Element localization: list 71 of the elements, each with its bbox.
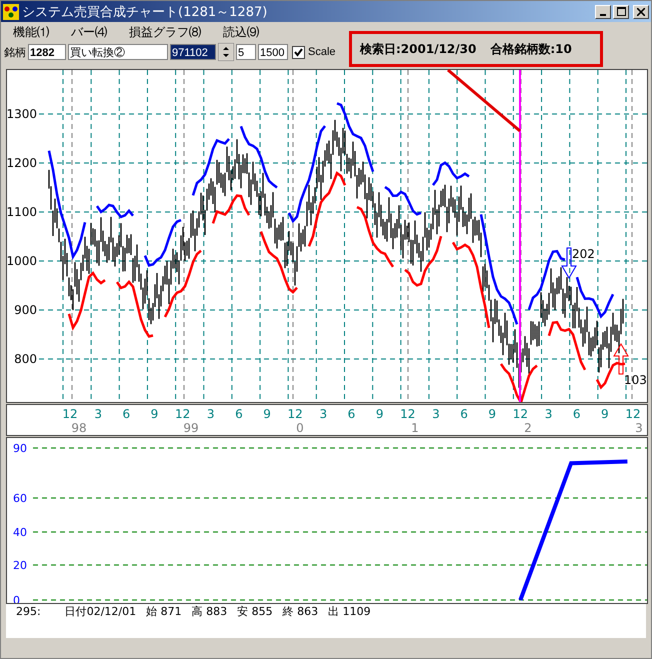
maximize-icon — [616, 7, 626, 16]
month-label: 12 — [400, 407, 416, 421]
period-field[interactable]: 5 — [236, 44, 256, 60]
status-text: 出 1109 — [328, 604, 371, 620]
year-label: 0 — [296, 421, 304, 435]
menu-item[interactable]: バー⑷ — [71, 24, 107, 40]
scale-checkbox[interactable] — [292, 46, 305, 58]
month-label: 6 — [122, 407, 130, 421]
month-label: 3 — [544, 407, 552, 421]
maximize-button[interactable] — [613, 4, 629, 18]
month-label: 3 — [94, 407, 102, 421]
menu-item[interactable]: 損益グラフ⑻ — [129, 24, 201, 40]
year-label: 2 — [524, 421, 532, 435]
spinner-control[interactable] — [218, 43, 234, 61]
month-label: 12 — [62, 407, 78, 421]
strategy-field[interactable]: 買い転換② — [68, 44, 168, 60]
month-label: 12 — [288, 407, 303, 421]
profit-axis-label: 40 — [13, 526, 27, 539]
date-field[interactable]: 971102 — [170, 44, 216, 60]
stock-label: 銘柄 — [4, 46, 26, 60]
match-count-text: 合格銘柄数:10 — [490, 40, 572, 58]
close-icon — [637, 8, 645, 16]
up-arrow-icon — [613, 343, 629, 374]
price-axis-label: 1000 — [6, 254, 37, 268]
close-button[interactable] — [633, 4, 649, 18]
menu-item[interactable]: 読込⑼ — [223, 24, 259, 40]
year-label: 99 — [183, 421, 199, 435]
month-label: 3 — [432, 407, 440, 421]
profit-axis-label: 60 — [13, 492, 27, 505]
month-label: 3 — [320, 407, 328, 421]
price-axis-label: 1100 — [6, 205, 37, 219]
status-text: 295: — [16, 604, 41, 620]
status-text: 始 871 — [146, 604, 182, 620]
month-label: 3 — [206, 407, 215, 421]
year-label: 1 — [411, 421, 419, 435]
signal-label: 202 — [572, 247, 595, 261]
month-label: 6 — [235, 407, 243, 421]
month-label: 9 — [263, 407, 271, 421]
month-label: 9 — [150, 407, 158, 421]
year-label: 98 — [71, 421, 87, 435]
status-text: 終 863 — [282, 604, 318, 620]
minimize-icon — [600, 14, 606, 16]
status-text: 安 855 — [237, 604, 273, 620]
status-text: 高 883 — [192, 604, 228, 620]
profit-axis-label: 0 — [13, 594, 20, 604]
price-axis-label: 1300 — [6, 107, 37, 121]
month-label: 9 — [376, 407, 384, 421]
app-icon — [3, 4, 19, 20]
month-label: 6 — [572, 407, 581, 421]
profit-axis-label: 90 — [13, 442, 27, 455]
signal-label: 103 — [624, 373, 647, 387]
month-label: 12 — [174, 407, 190, 421]
month-label: 9 — [601, 407, 609, 421]
status-text: 日付02/12/01 — [64, 604, 136, 620]
price-axis-label: 800 — [14, 352, 37, 366]
amount-field[interactable]: 1500 — [258, 44, 288, 60]
month-label: 6 — [348, 407, 356, 421]
month-label: 9 — [488, 407, 496, 421]
month-label: 6 — [460, 407, 468, 421]
profit-axis-label: 20 — [13, 559, 27, 572]
stock-code-field[interactable]: 1282 — [28, 44, 66, 60]
window-title: システム売買合成チャート(1281～1287) — [22, 4, 268, 20]
price-axis-label: 1200 — [6, 156, 37, 170]
price-axis-label: 900 — [14, 303, 37, 317]
minimize-button[interactable] — [595, 4, 611, 18]
month-label: 12 — [512, 407, 528, 421]
menu-item[interactable]: 機能⑴ — [13, 24, 49, 40]
month-label: 12 — [625, 407, 641, 421]
search-date-text: 検索日:2001/12/30 — [360, 40, 476, 58]
scale-label: Scale — [308, 46, 336, 58]
year-label: 3 — [635, 421, 643, 435]
